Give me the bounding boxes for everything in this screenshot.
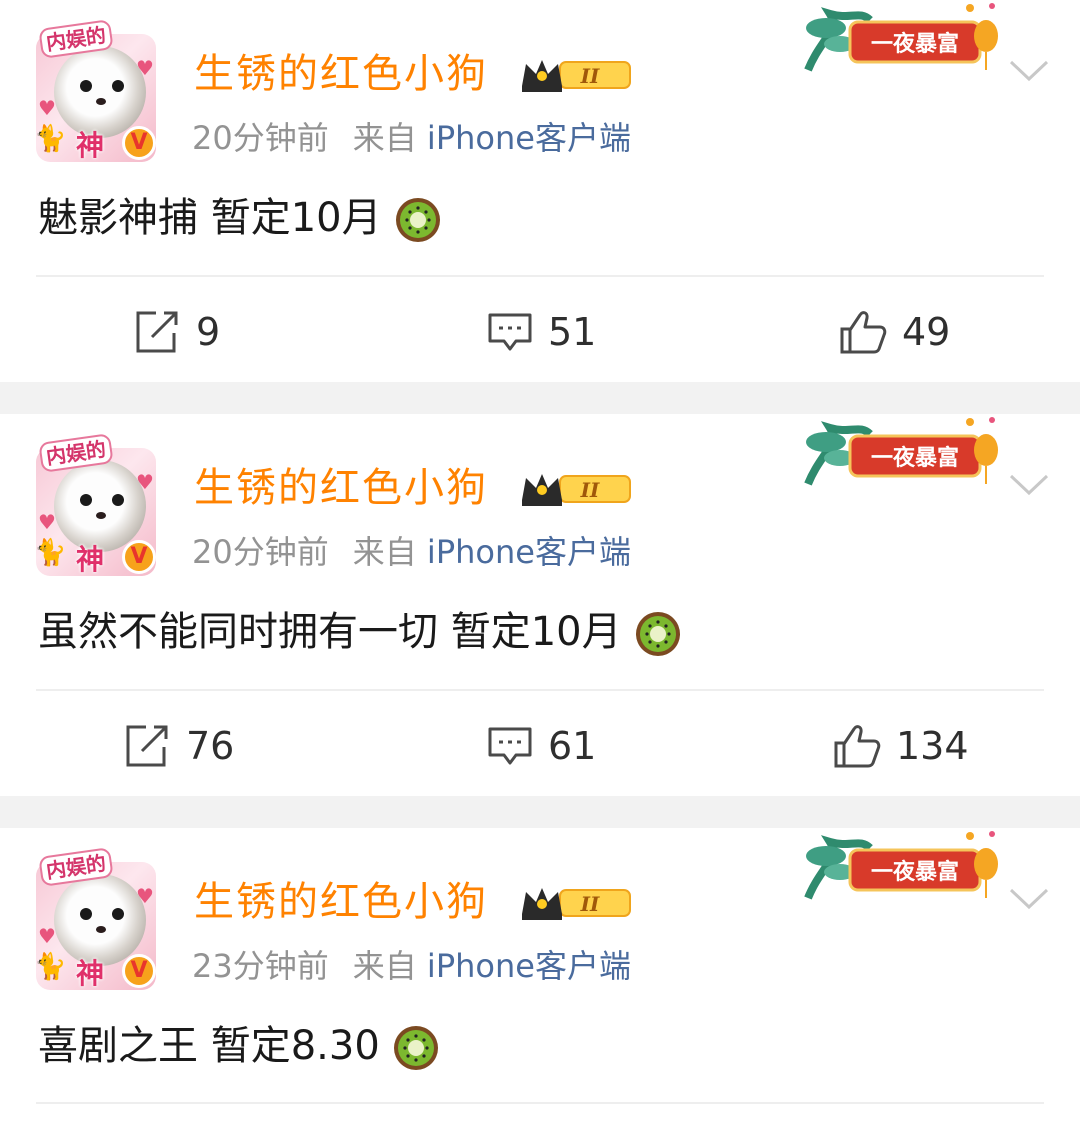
- post-meta: 20分钟前 来自 iPhone客户端: [192, 532, 631, 572]
- repost-icon: [126, 725, 168, 767]
- like-count: 134: [896, 724, 969, 768]
- divider: [36, 1102, 1044, 1104]
- crown-level-icon: II: [522, 474, 631, 506]
- post-text: 魅影神捕 暂定10月: [38, 190, 442, 246]
- level-badge-text: II: [580, 64, 600, 88]
- repost-icon: [136, 311, 178, 353]
- crown-level-icon: II: [522, 888, 631, 920]
- promo-label: 一夜暴富: [871, 31, 959, 57]
- chevron-down-icon[interactable]: [1008, 886, 1050, 912]
- post-text-body: 虽然不能同时拥有一切 暂定10月: [38, 609, 622, 655]
- post-time: 23分钟前: [192, 947, 329, 985]
- like-button[interactable]: 49: [838, 302, 950, 362]
- comment-count: 51: [548, 310, 597, 354]
- username[interactable]: 生锈的红色小狗: [194, 48, 488, 100]
- feed-post: 内娱的 ♥ ♥ 🐈 神 V 生锈的红色小狗 II 23分钟前 来自 iPhone客…: [0, 828, 1080, 1132]
- divider: [36, 689, 1044, 691]
- black-cat-icon: 🐈: [34, 124, 67, 154]
- comment-icon: [488, 727, 532, 765]
- repost-button[interactable]: 9: [134, 302, 220, 362]
- black-cat-icon: 🐈: [34, 538, 67, 568]
- username[interactable]: 生锈的红色小狗: [194, 876, 488, 928]
- post-time: 20分钟前: [192, 533, 329, 571]
- like-button[interactable]: 134: [832, 716, 969, 776]
- verified-badge: V: [122, 126, 156, 160]
- verified-badge: V: [122, 540, 156, 574]
- repost-button[interactable]: 76: [124, 716, 234, 776]
- comment-button[interactable]: 51: [486, 302, 596, 362]
- kiwi-icon: [395, 198, 440, 242]
- client-link[interactable]: iPhone客户端: [427, 533, 631, 571]
- avatar[interactable]: 内娱的 ♥ ♥ 🐈 神 V: [32, 19, 160, 166]
- heart-icon: ♥: [38, 510, 56, 534]
- feed-separator: [0, 382, 1080, 414]
- avatar-frame-badge: 神: [76, 957, 105, 990]
- promo-banner[interactable]: 一夜暴富: [800, 828, 1006, 908]
- promo-label: 一夜暴富: [871, 859, 959, 885]
- heart-icon: ♥: [38, 924, 56, 948]
- chevron-down-icon[interactable]: [1008, 472, 1050, 498]
- comment-count: 61: [548, 724, 597, 768]
- feed-post: 内娱的 ♥ ♥ 🐈 神 V 生锈的红色小狗 II 20分钟前 来自 iPhone客…: [0, 414, 1080, 796]
- level-badge-text: II: [580, 478, 600, 502]
- post-text-body: 魅影神捕 暂定10月: [38, 195, 382, 241]
- like-count: 49: [902, 310, 951, 354]
- heart-icon: ♥: [136, 470, 154, 494]
- avatar[interactable]: 内娱的 ♥ ♥ 🐈 神 V: [32, 847, 160, 994]
- post-meta: 23分钟前 来自 iPhone客户端: [192, 946, 631, 986]
- comment-button[interactable]: 61: [486, 716, 596, 776]
- promo-banner[interactable]: 一夜暴富: [800, 0, 1006, 80]
- divider: [36, 275, 1044, 277]
- repost-count: 76: [186, 724, 235, 768]
- client-link[interactable]: iPhone客户端: [427, 947, 631, 985]
- promo-banner[interactable]: 一夜暴富: [800, 414, 1006, 494]
- chevron-down-icon[interactable]: [1008, 58, 1050, 84]
- post-text: 喜剧之王 暂定8.30: [38, 1018, 440, 1074]
- post-text: 虽然不能同时拥有一切 暂定10月: [38, 604, 682, 660]
- username[interactable]: 生锈的红色小狗: [194, 462, 488, 514]
- comment-icon: [488, 313, 532, 351]
- feed-separator: [0, 796, 1080, 828]
- heart-icon: ♥: [136, 884, 154, 908]
- verified-badge: V: [122, 954, 156, 988]
- client-link[interactable]: iPhone客户端: [427, 119, 631, 157]
- repost-count: 9: [196, 310, 221, 354]
- kiwi-icon: [635, 612, 680, 656]
- promo-label: 一夜暴富: [871, 445, 959, 471]
- post-time: 20分钟前: [192, 119, 329, 157]
- heart-icon: ♥: [136, 56, 154, 80]
- avatar[interactable]: 内娱的 ♥ ♥ 🐈 神 V: [32, 433, 160, 580]
- feed-post: 内娱的 ♥ ♥ 🐈 神 V 生锈的红色小狗 II 20分钟前 来自 iPhone客…: [0, 0, 1080, 382]
- crown-level-icon: II: [522, 60, 631, 92]
- source-prefix: 来自: [352, 119, 417, 157]
- kiwi-icon: [393, 1026, 438, 1070]
- black-cat-icon: 🐈: [34, 952, 67, 982]
- source-prefix: 来自: [352, 533, 417, 571]
- source-prefix: 来自: [352, 947, 417, 985]
- thumbs-up-icon: [834, 725, 881, 768]
- post-text-body: 喜剧之王 暂定8.30: [38, 1023, 380, 1069]
- avatar-frame-badge: 神: [76, 129, 105, 162]
- avatar-frame-badge: 神: [76, 543, 105, 576]
- level-badge-text: II: [580, 892, 600, 916]
- heart-icon: ♥: [38, 96, 56, 120]
- post-meta: 20分钟前 来自 iPhone客户端: [192, 118, 631, 158]
- thumbs-up-icon: [840, 311, 887, 354]
